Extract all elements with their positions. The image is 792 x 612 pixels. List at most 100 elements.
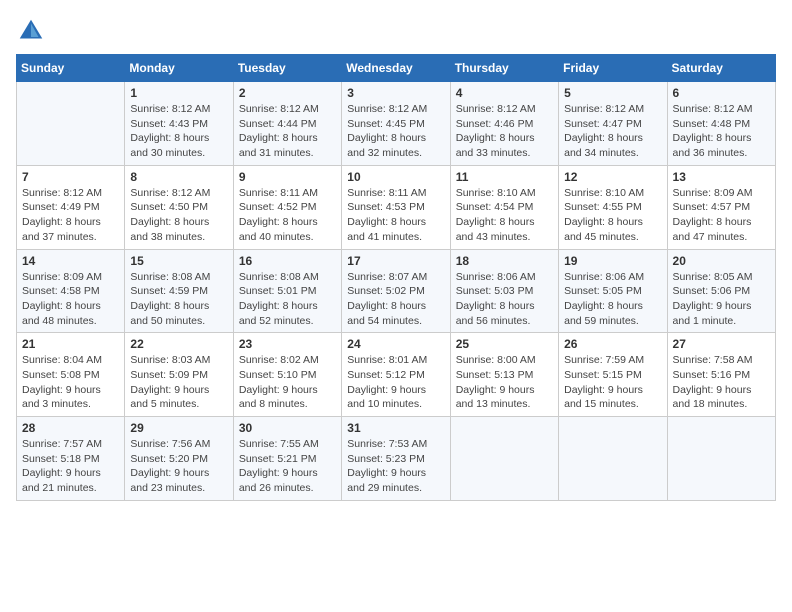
day-info: Sunrise: 8:00 AM Sunset: 5:13 PM Dayligh… [456, 353, 553, 412]
calendar-cell [667, 417, 775, 501]
calendar-cell: 4Sunrise: 8:12 AM Sunset: 4:46 PM Daylig… [450, 82, 558, 166]
day-info: Sunrise: 7:57 AM Sunset: 5:18 PM Dayligh… [22, 437, 119, 496]
calendar-cell [559, 417, 667, 501]
day-info: Sunrise: 8:01 AM Sunset: 5:12 PM Dayligh… [347, 353, 444, 412]
logo-icon [16, 16, 46, 46]
day-info: Sunrise: 7:55 AM Sunset: 5:21 PM Dayligh… [239, 437, 336, 496]
day-number: 13 [673, 170, 770, 184]
calendar-cell: 23Sunrise: 8:02 AM Sunset: 5:10 PM Dayli… [233, 333, 341, 417]
calendar-week-row: 28 Sunrise: 7:57 AM Sunset: 5:18 PM Dayli… [17, 417, 776, 501]
col-header-sunday: Sunday [17, 55, 125, 82]
day-info: Sunrise: 8:06 AM Sunset: 5:05 PM Dayligh… [564, 270, 661, 329]
day-number: 15 [130, 254, 227, 268]
day-number: 18 [456, 254, 553, 268]
calendar-cell: 22Sunrise: 8:03 AM Sunset: 5:09 PM Dayli… [125, 333, 233, 417]
calendar-cell: 15 Sunrise: 8:08 AM Sunset: 4:59 PM Dayli… [125, 249, 233, 333]
day-info: Sunrise: 8:12 AM Sunset: 4:46 PM Dayligh… [456, 102, 553, 161]
calendar-cell: 8 Sunrise: 8:12 AM Sunset: 4:50 PM Daylig… [125, 165, 233, 249]
calendar-cell: 5 Sunrise: 8:12 AM Sunset: 4:47 PM Daylig… [559, 82, 667, 166]
col-header-wednesday: Wednesday [342, 55, 450, 82]
day-number: 2 [239, 86, 336, 100]
day-number: 6 [673, 86, 770, 100]
calendar-cell [17, 82, 125, 166]
calendar-cell: 25 Sunrise: 8:00 AM Sunset: 5:13 PM Dayli… [450, 333, 558, 417]
day-info: Sunrise: 8:12 AM Sunset: 4:44 PM Dayligh… [239, 102, 336, 161]
day-info: Sunrise: 8:09 AM Sunset: 4:57 PM Dayligh… [673, 186, 770, 245]
day-number: 8 [130, 170, 227, 184]
day-number: 28 [22, 421, 119, 435]
calendar-cell: 30 Sunrise: 7:55 AM Sunset: 5:21 PM Dayli… [233, 417, 341, 501]
day-number: 7 [22, 170, 119, 184]
day-number: 31 [347, 421, 444, 435]
day-info: Sunrise: 8:11 AM Sunset: 4:53 PM Dayligh… [347, 186, 444, 245]
day-number: 1 [130, 86, 227, 100]
day-info: Sunrise: 8:05 AM Sunset: 5:06 PM Dayligh… [673, 270, 770, 329]
day-number: 19 [564, 254, 661, 268]
day-number: 21 [22, 337, 119, 351]
day-number: 14 [22, 254, 119, 268]
col-header-tuesday: Tuesday [233, 55, 341, 82]
day-number: 5 [564, 86, 661, 100]
day-info: Sunrise: 8:09 AM Sunset: 4:58 PM Dayligh… [22, 270, 119, 329]
calendar-cell: 18Sunrise: 8:06 AM Sunset: 5:03 PM Dayli… [450, 249, 558, 333]
page-header [16, 16, 776, 46]
day-number: 16 [239, 254, 336, 268]
calendar-cell: 13 Sunrise: 8:09 AM Sunset: 4:57 PM Dayli… [667, 165, 775, 249]
calendar-cell: 10 Sunrise: 8:11 AM Sunset: 4:53 PM Dayli… [342, 165, 450, 249]
calendar-week-row: 21Sunrise: 8:04 AM Sunset: 5:08 PM Dayli… [17, 333, 776, 417]
day-info: Sunrise: 7:56 AM Sunset: 5:20 PM Dayligh… [130, 437, 227, 496]
day-number: 26 [564, 337, 661, 351]
day-number: 17 [347, 254, 444, 268]
calendar-cell: 16 Sunrise: 8:08 AM Sunset: 5:01 PM Dayli… [233, 249, 341, 333]
calendar-cell: 21Sunrise: 8:04 AM Sunset: 5:08 PM Dayli… [17, 333, 125, 417]
day-number: 25 [456, 337, 553, 351]
day-number: 20 [673, 254, 770, 268]
day-info: Sunrise: 8:12 AM Sunset: 4:50 PM Dayligh… [130, 186, 227, 245]
day-number: 12 [564, 170, 661, 184]
calendar-cell: 14 Sunrise: 8:09 AM Sunset: 4:58 PM Dayli… [17, 249, 125, 333]
day-info: Sunrise: 8:07 AM Sunset: 5:02 PM Dayligh… [347, 270, 444, 329]
calendar-cell: 12Sunrise: 8:10 AM Sunset: 4:55 PM Dayli… [559, 165, 667, 249]
day-number: 27 [673, 337, 770, 351]
day-info: Sunrise: 8:11 AM Sunset: 4:52 PM Dayligh… [239, 186, 336, 245]
day-info: Sunrise: 8:10 AM Sunset: 4:54 PM Dayligh… [456, 186, 553, 245]
calendar-cell: 17 Sunrise: 8:07 AM Sunset: 5:02 PM Dayli… [342, 249, 450, 333]
calendar-cell: 7 Sunrise: 8:12 AM Sunset: 4:49 PM Daylig… [17, 165, 125, 249]
day-number: 9 [239, 170, 336, 184]
col-header-saturday: Saturday [667, 55, 775, 82]
day-info: Sunrise: 8:12 AM Sunset: 4:49 PM Dayligh… [22, 186, 119, 245]
day-info: Sunrise: 8:12 AM Sunset: 4:45 PM Dayligh… [347, 102, 444, 161]
day-number: 11 [456, 170, 553, 184]
day-number: 10 [347, 170, 444, 184]
col-header-monday: Monday [125, 55, 233, 82]
calendar-week-row: 14 Sunrise: 8:09 AM Sunset: 4:58 PM Dayli… [17, 249, 776, 333]
calendar-cell: 19 Sunrise: 8:06 AM Sunset: 5:05 PM Dayli… [559, 249, 667, 333]
calendar-week-row: 1 Sunrise: 8:12 AM Sunset: 4:43 PM Daylig… [17, 82, 776, 166]
col-header-friday: Friday [559, 55, 667, 82]
day-info: Sunrise: 7:53 AM Sunset: 5:23 PM Dayligh… [347, 437, 444, 496]
day-number: 29 [130, 421, 227, 435]
day-info: Sunrise: 8:12 AM Sunset: 4:48 PM Dayligh… [673, 102, 770, 161]
day-number: 23 [239, 337, 336, 351]
calendar-cell: 24 Sunrise: 8:01 AM Sunset: 5:12 PM Dayli… [342, 333, 450, 417]
calendar-cell: 3 Sunrise: 8:12 AM Sunset: 4:45 PM Daylig… [342, 82, 450, 166]
day-number: 30 [239, 421, 336, 435]
day-info: Sunrise: 8:12 AM Sunset: 4:47 PM Dayligh… [564, 102, 661, 161]
calendar-cell: 29 Sunrise: 7:56 AM Sunset: 5:20 PM Dayli… [125, 417, 233, 501]
calendar-header-row: SundayMondayTuesdayWednesdayThursdayFrid… [17, 55, 776, 82]
day-info: Sunrise: 8:12 AM Sunset: 4:43 PM Dayligh… [130, 102, 227, 161]
calendar-cell: 20 Sunrise: 8:05 AM Sunset: 5:06 PM Dayli… [667, 249, 775, 333]
calendar-cell: 6 Sunrise: 8:12 AM Sunset: 4:48 PM Daylig… [667, 82, 775, 166]
day-info: Sunrise: 8:08 AM Sunset: 4:59 PM Dayligh… [130, 270, 227, 329]
day-number: 24 [347, 337, 444, 351]
day-info: Sunrise: 7:59 AM Sunset: 5:15 PM Dayligh… [564, 353, 661, 412]
calendar-cell: 26 Sunrise: 7:59 AM Sunset: 5:15 PM Dayli… [559, 333, 667, 417]
calendar-cell: 2 Sunrise: 8:12 AM Sunset: 4:44 PM Daylig… [233, 82, 341, 166]
day-info: Sunrise: 8:08 AM Sunset: 5:01 PM Dayligh… [239, 270, 336, 329]
day-info: Sunrise: 7:58 AM Sunset: 5:16 PM Dayligh… [673, 353, 770, 412]
calendar-cell: 9 Sunrise: 8:11 AM Sunset: 4:52 PM Daylig… [233, 165, 341, 249]
day-number: 3 [347, 86, 444, 100]
day-info: Sunrise: 8:03 AM Sunset: 5:09 PM Dayligh… [130, 353, 227, 412]
calendar-cell [450, 417, 558, 501]
col-header-thursday: Thursday [450, 55, 558, 82]
